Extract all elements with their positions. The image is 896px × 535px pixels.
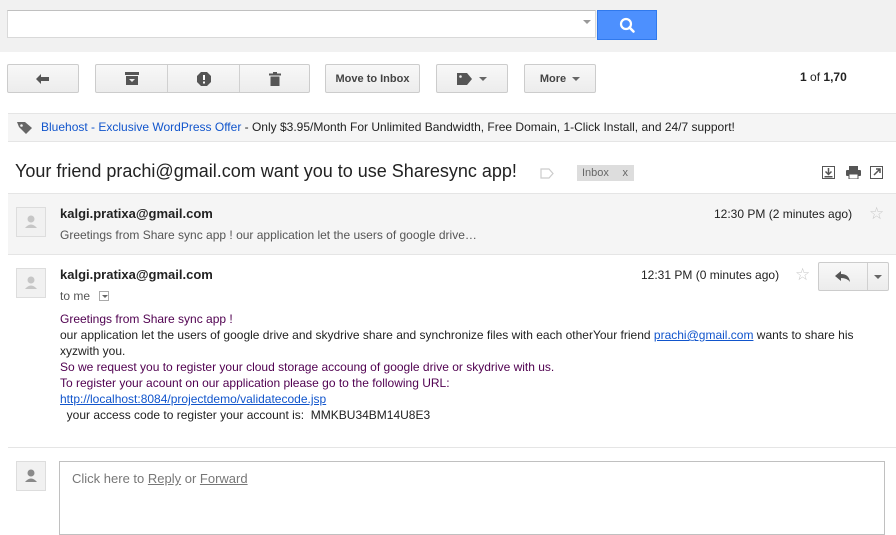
search-button[interactable] bbox=[597, 10, 657, 40]
body-line: our application let the users of google … bbox=[60, 327, 880, 359]
email-link[interactable]: prachi@gmail.com bbox=[654, 328, 754, 342]
person-icon bbox=[25, 469, 37, 482]
report-spam-icon bbox=[196, 71, 211, 86]
ad-title-link[interactable]: Exclusive WordPress Offer bbox=[98, 120, 241, 134]
search-options-dropdown-icon[interactable] bbox=[583, 20, 591, 24]
move-to-inbox-button[interactable]: Move to Inbox bbox=[325, 64, 420, 93]
chevron-down-icon bbox=[101, 295, 108, 298]
label-tag-icon bbox=[457, 72, 472, 85]
message-time: 12:31 PM (0 minutes ago) bbox=[641, 268, 780, 282]
ad-text[interactable]: Bluehost - Exclusive WordPress Offer - O… bbox=[41, 120, 735, 134]
forward-link[interactable]: Forward bbox=[200, 471, 248, 486]
label-name: Inbox bbox=[582, 167, 609, 179]
chevron-down-icon bbox=[874, 274, 882, 279]
reply-prompt-text: Click here to bbox=[72, 471, 148, 486]
access-code-line: your access code to register your accoun… bbox=[60, 408, 431, 422]
star-icon[interactable]: ☆ bbox=[869, 205, 884, 222]
more-button[interactable]: More bbox=[524, 64, 596, 93]
email-subject: Your friend prachi@gmail.com want you to… bbox=[15, 161, 517, 181]
message-collapsed[interactable] bbox=[8, 193, 896, 255]
arrow-left-icon bbox=[36, 73, 49, 84]
inbox-label-chip[interactable]: Inbox x bbox=[577, 165, 634, 181]
new-window-icon[interactable] bbox=[870, 166, 883, 179]
body-line: So we request you to register your cloud… bbox=[60, 360, 555, 374]
reply-button[interactable] bbox=[819, 263, 867, 290]
pagination-of: of bbox=[810, 70, 821, 84]
move-to-inbox-label: Move to Inbox bbox=[335, 72, 410, 85]
reply-prompt-text: or bbox=[181, 471, 200, 486]
important-marker-icon[interactable] bbox=[540, 168, 554, 179]
chevron-down-icon bbox=[479, 76, 487, 81]
pagination-total: 1,70 bbox=[823, 70, 847, 84]
more-reply-options-button[interactable] bbox=[868, 263, 888, 290]
pagination-count: 1 of 1,70 bbox=[800, 70, 847, 84]
ad-sponsor-link[interactable]: Bluehost bbox=[41, 120, 88, 134]
body-line: Greetings from Share sync app ! bbox=[60, 312, 233, 326]
avatar bbox=[16, 461, 46, 491]
back-to-inbox-button[interactable] bbox=[7, 64, 79, 93]
message-actions-group bbox=[95, 64, 310, 93]
show-details-button[interactable] bbox=[99, 291, 109, 301]
message-time: 12:30 PM (2 minutes ago) bbox=[714, 207, 853, 221]
search-icon bbox=[619, 17, 635, 33]
validation-url-link[interactable]: http://localhost:8084/projectdemo/valida… bbox=[60, 392, 326, 406]
archive-icon bbox=[124, 72, 139, 85]
message-snippet: Greetings from Share sync app ! our appl… bbox=[60, 228, 477, 242]
avatar bbox=[16, 268, 46, 298]
reply-link[interactable]: Reply bbox=[148, 471, 181, 486]
body-line: To register your acount on our applicati… bbox=[60, 376, 450, 390]
person-icon bbox=[25, 276, 37, 289]
remove-label-button[interactable]: x bbox=[623, 165, 629, 181]
message-sender[interactable]: kalgi.pratixa@gmail.com bbox=[60, 267, 213, 282]
reply-icon bbox=[835, 270, 850, 282]
avatar bbox=[16, 207, 46, 237]
reply-prompt: Click here to Reply or Forward bbox=[72, 471, 248, 486]
star-icon[interactable]: ☆ bbox=[795, 266, 810, 283]
ad-description: - Only $3.95/Month For Unlimited Bandwid… bbox=[241, 120, 735, 134]
ad-separator: - bbox=[87, 120, 99, 134]
reply-button-group bbox=[818, 262, 889, 291]
print-icon[interactable] bbox=[846, 166, 861, 179]
message-body: Greetings from Share sync app ! our appl… bbox=[60, 311, 880, 423]
expand-all-icon[interactable] bbox=[822, 166, 835, 179]
chevron-down-icon bbox=[572, 76, 581, 81]
archive-button[interactable] bbox=[96, 65, 167, 92]
report-spam-button[interactable] bbox=[168, 65, 239, 92]
trash-icon bbox=[269, 71, 281, 86]
labels-button[interactable] bbox=[436, 64, 508, 93]
divider bbox=[8, 447, 896, 448]
message-recipient: to me bbox=[60, 289, 90, 303]
more-label: More bbox=[539, 72, 567, 85]
body-text: our application let the users of google … bbox=[60, 328, 654, 342]
sponsored-tag-icon bbox=[17, 122, 32, 134]
person-icon bbox=[25, 215, 37, 228]
search-input[interactable] bbox=[7, 10, 596, 38]
recipient-text: to me bbox=[60, 289, 91, 303]
pagination-current: 1 bbox=[800, 70, 807, 84]
delete-button[interactable] bbox=[240, 65, 310, 92]
message-sender[interactable]: kalgi.pratixa@gmail.com bbox=[60, 206, 213, 221]
